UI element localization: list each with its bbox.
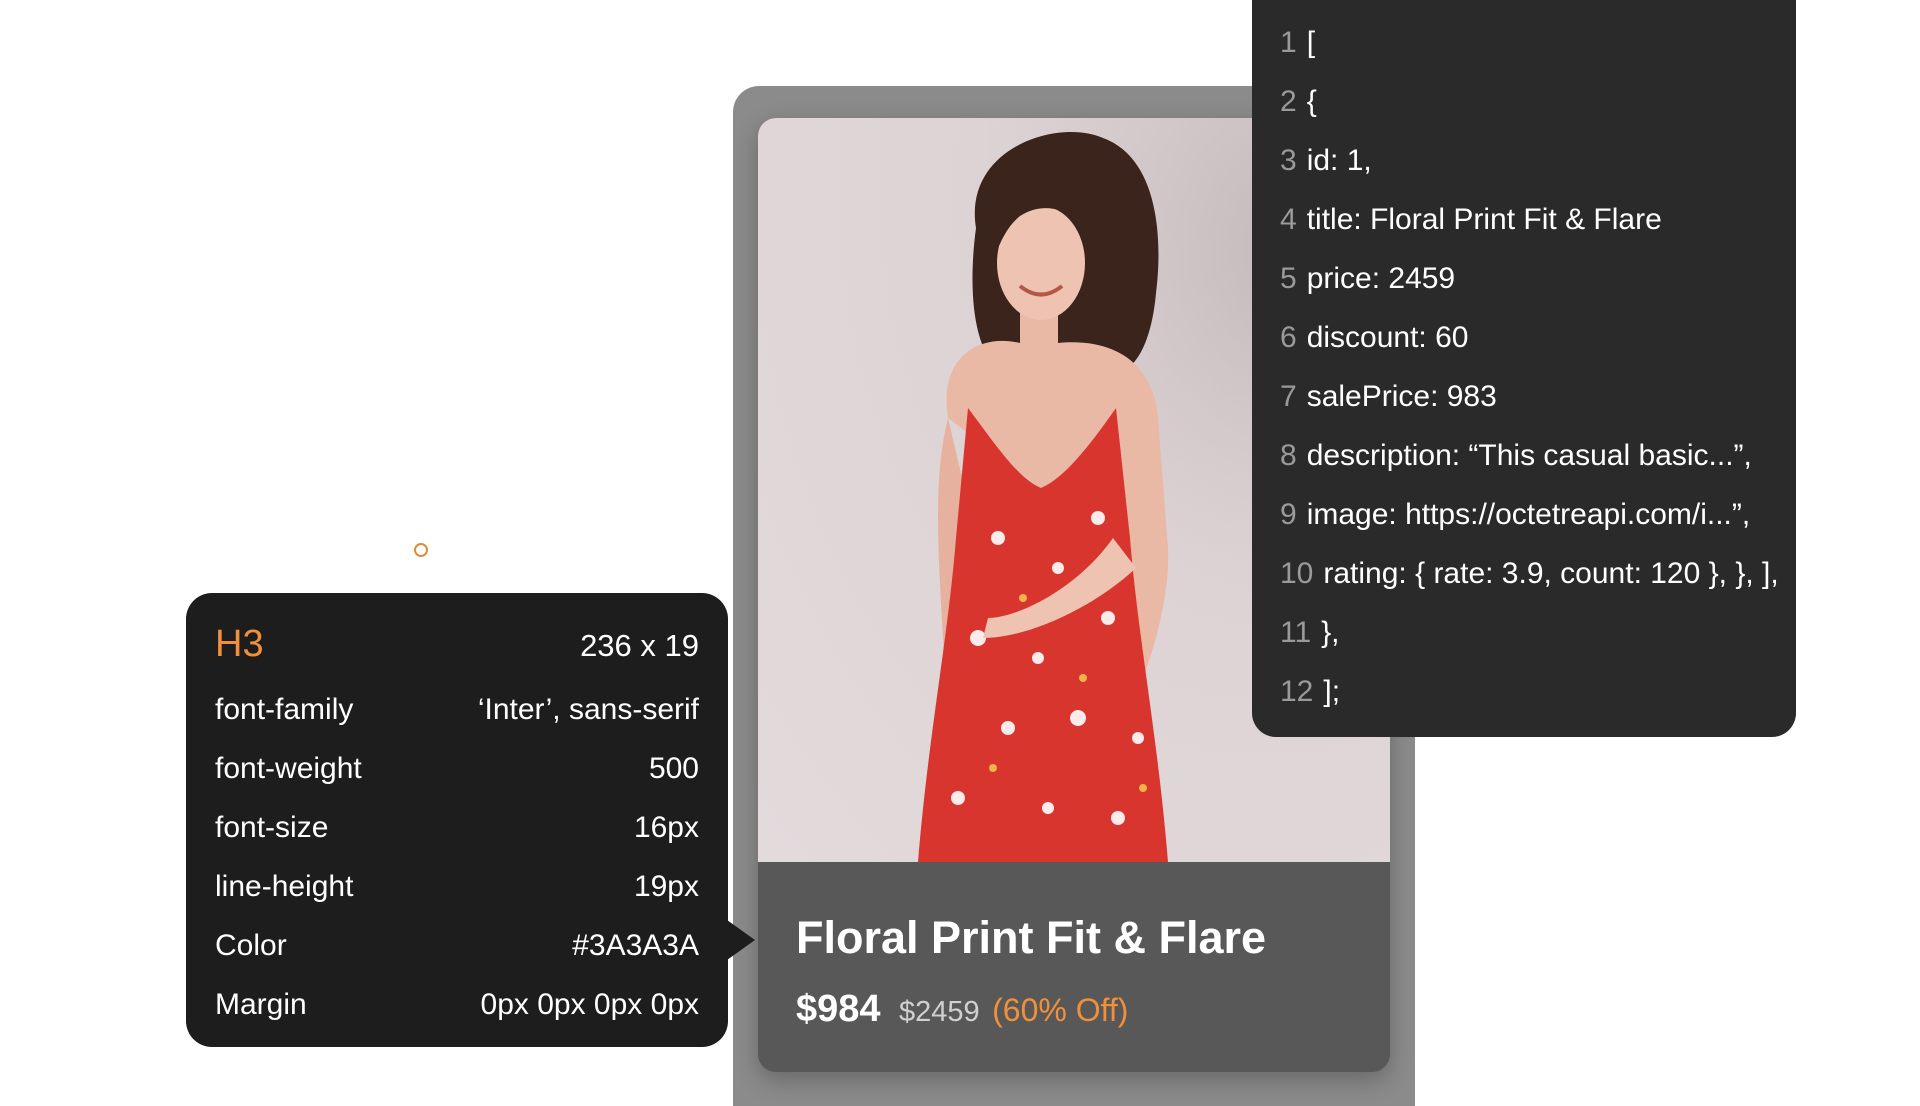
spec-label: Margin (215, 988, 307, 1021)
element-tag: H3 (215, 623, 264, 665)
code-line: 4 title: Floral Print Fit & Flare (1280, 203, 1662, 236)
element-dimensions: 236 x 19 (580, 628, 699, 663)
code-line: 8 description: “This casual basic...”, (1280, 439, 1752, 472)
spec-value: 500 (648, 752, 699, 785)
price-row: $984 $2459 (60% Off) (796, 988, 1128, 1031)
spec-row-font-family: font-family ‘Inter’, sans-serif (215, 693, 699, 727)
style-spec-panel: H3 236 x 19 font-family ‘Inter’, sans-se… (186, 593, 728, 1047)
sale-price: $984 (796, 988, 881, 1030)
original-price: $2459 (899, 996, 980, 1028)
spec-label: font-size (215, 811, 329, 844)
spec-row-font-weight: font-weight 500 (215, 752, 699, 786)
json-code-panel: 1[ 2{ 3 id: 1, 4 title: Floral Print Fit &… (1252, 0, 1796, 737)
code-line: 7 salePrice: 983 (1280, 380, 1497, 413)
spec-row-color: Color #3A3A3A (215, 929, 699, 963)
discount-badge: (60% Off) (992, 992, 1129, 1028)
code-line: 5 price: 2459 (1280, 262, 1456, 295)
spec-label: font-weight (215, 752, 362, 785)
product-title[interactable]: Floral Print Fit & Flare (796, 912, 1266, 964)
code-line: 6 discount: 60 (1280, 321, 1469, 354)
spec-header: H3 236 x 19 (215, 623, 699, 666)
spec-label: line-height (215, 870, 354, 903)
code-line: 1[ (1280, 26, 1316, 59)
code-line: 11}, (1280, 616, 1340, 649)
spec-row-margin: Margin 0px 0px 0px 0px (215, 988, 699, 1022)
code-line: 2{ (1280, 85, 1317, 118)
ring-dot-icon (414, 543, 428, 557)
spec-pointer-arrow (727, 920, 755, 960)
spec-row-line-height: line-height 19px (215, 870, 699, 904)
product-info: Floral Print Fit & Flare $984 $2459 (60%… (758, 862, 1390, 1072)
spec-value: 0px 0px 0px 0px (480, 988, 699, 1021)
code-line: 10 rating: { rate: 3.9, count: 120 }, }, … (1280, 557, 1779, 590)
spec-value: 19px (633, 870, 699, 903)
spec-value: 16px (633, 811, 699, 844)
code-line: 3 id: 1, (1280, 144, 1372, 177)
code-line: 9 image: https://octetreapi.com/i...”, (1280, 498, 1751, 531)
code-line: 12]; (1280, 675, 1341, 708)
spec-value: #3A3A3A (572, 929, 699, 962)
spec-value: ‘Inter’, sans-serif (477, 693, 699, 726)
spec-label: Color (215, 929, 287, 962)
spec-row-font-size: font-size 16px (215, 811, 699, 845)
spec-label: font-family (215, 693, 354, 726)
